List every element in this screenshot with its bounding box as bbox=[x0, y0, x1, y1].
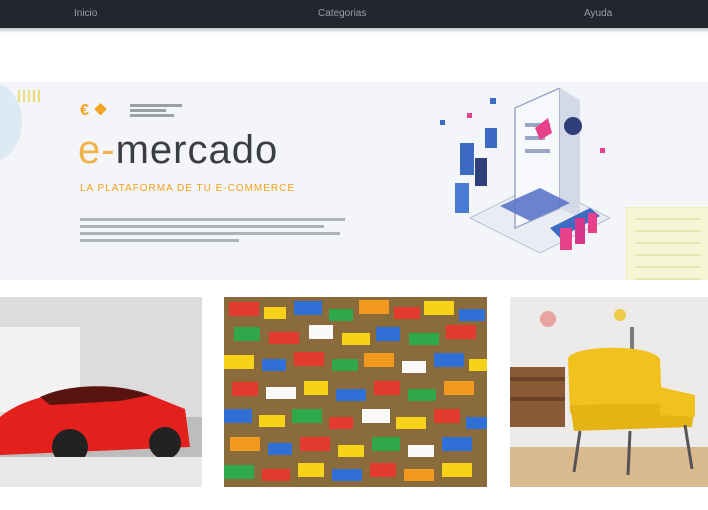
armchair-image bbox=[510, 297, 708, 487]
top-navigation-bar: Inicio Categorias Ayuda bbox=[0, 0, 708, 28]
brand-tagline: LA PLATAFORMA DE TU E-COMMERCE bbox=[80, 183, 296, 194]
brand-title: e-mercado bbox=[78, 126, 278, 174]
promo-note-card bbox=[626, 207, 708, 280]
product-card-toys[interactable] bbox=[224, 297, 487, 487]
car-image bbox=[0, 297, 202, 487]
nav-item-help[interactable]: Ayuda bbox=[584, 8, 612, 19]
nav-item-home[interactable]: Inicio bbox=[74, 8, 97, 19]
brand-prefix: e- bbox=[78, 128, 116, 172]
brand-logo-text bbox=[130, 104, 182, 118]
nav-item-categories[interactable]: Categorias bbox=[318, 8, 366, 19]
brand-name: mercado bbox=[115, 128, 279, 172]
isometric-ecommerce-illustration bbox=[440, 88, 612, 254]
hero-description bbox=[80, 218, 345, 246]
brand-logo-icon: € ❖ bbox=[80, 102, 108, 119]
decorative-dots bbox=[18, 90, 40, 102]
product-card-chair[interactable] bbox=[510, 297, 708, 487]
product-card-car[interactable] bbox=[0, 297, 202, 487]
topbar-divider bbox=[0, 28, 708, 33]
toy-bricks-image bbox=[224, 297, 487, 487]
